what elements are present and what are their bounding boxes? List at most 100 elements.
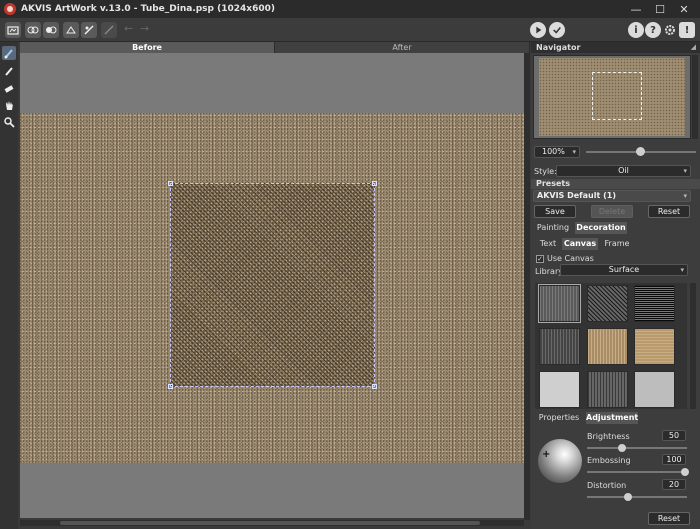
navigator-viewport[interactable] [592,72,642,120]
undo-icon[interactable]: ← [124,22,133,35]
print-icon[interactable] [43,22,59,38]
resize-handle[interactable] [168,384,173,389]
navigator-preview[interactable] [533,55,691,139]
embossing-value[interactable]: 100 [662,454,686,465]
tab-text[interactable]: Text [534,238,562,250]
use-canvas-label: Use Canvas [547,254,594,263]
image-canvas[interactable] [20,53,524,518]
texture-swatch-dark-knit[interactable] [587,285,628,322]
help-icon[interactable]: ? [645,22,661,38]
resize-handle[interactable] [372,384,377,389]
navigator-header: Navigator ◢ [531,42,700,53]
light-direction-sphere[interactable] [538,439,582,483]
collapse-icon[interactable]: ◢ [691,42,696,53]
window-title: AKVIS ArtWork v.13.0 - Tube_Dina.psp (10… [21,4,275,14]
settings-icon[interactable] [662,22,678,38]
apply-icon[interactable] [549,22,565,38]
distortion-slider-thumb[interactable] [624,493,632,501]
brightness-slider[interactable] [587,447,687,449]
use-canvas-checkbox[interactable]: ✓ [536,255,544,263]
zoom-slider-thumb[interactable] [636,147,645,156]
chevron-down-icon: ▾ [572,148,576,156]
tab-frame[interactable]: Frame [601,238,633,250]
embossing-slider[interactable] [587,471,687,473]
tab-decoration[interactable]: Decoration [575,222,627,234]
embossing-label: Embossing [587,456,631,465]
preview-area[interactable] [168,181,377,389]
notification-icon[interactable]: ! [679,22,695,38]
texture-swatch-black-white-weave[interactable] [634,285,675,322]
chevron-down-icon: ▾ [683,192,687,200]
reset-button[interactable]: Reset [648,512,690,525]
minimize-button[interactable]: — [624,0,648,18]
preset-value: AKVIS Default (1) [537,191,616,200]
run-icon[interactable] [530,22,546,38]
info-icon[interactable]: i [628,22,644,38]
maximize-button[interactable]: ☐ [648,0,672,18]
brightness-value[interactable]: 50 [662,430,686,441]
tab-canvas[interactable]: Canvas [562,238,598,250]
reset-preset-button[interactable]: Reset [648,205,690,218]
texture-swatch-light-gray[interactable] [539,371,580,408]
canvas-vertical-scrollbar[interactable] [524,53,530,520]
brush-icon[interactable] [2,46,16,60]
photo-image [20,113,524,463]
texture-swatch-dark-gray-stripes[interactable] [587,371,628,408]
redo-icon[interactable]: → [140,22,149,35]
texture-swatch-beige-vertical[interactable] [587,328,628,365]
scroll-thumb[interactable] [60,521,480,525]
texture-swatch-tan-weave[interactable] [634,328,675,365]
save-preset-button[interactable]: Save [534,205,576,218]
title-bar: AKVIS ArtWork v.13.0 - Tube_Dina.psp (10… [0,0,700,18]
texture-library [535,283,687,409]
library-value: Surface [608,265,640,274]
resize-handle[interactable] [372,181,377,186]
presets-header: Presets [531,179,700,189]
zoom-icon[interactable] [2,115,16,129]
distortion-value[interactable]: 20 [662,479,686,490]
save-image-icon[interactable] [25,22,41,38]
zoom-dropdown[interactable]: 100% ▾ [534,146,580,158]
navigator-title: Navigator [536,43,581,52]
tab-after[interactable]: After [275,42,530,53]
library-label: Library [535,267,563,276]
brightness-slider-thumb[interactable] [618,444,626,452]
batch-icon[interactable] [81,22,97,38]
delete-preset-button[interactable]: Delete [591,205,633,218]
distortion-slider[interactable] [587,496,687,498]
hand-icon[interactable] [2,98,16,112]
preset-dropdown[interactable]: AKVIS Default (1) ▾ [533,190,691,202]
texture-swatch-gray-rough[interactable] [538,284,581,323]
app-logo-icon [4,3,16,15]
library-scrollbar[interactable] [690,283,696,409]
library-dropdown[interactable]: Surface ▾ [560,264,688,276]
brightness-label: Brightness [587,432,630,441]
tab-adjustment[interactable]: Adjustment [586,412,638,424]
texture-swatch-silver-gray[interactable] [634,371,675,408]
close-button[interactable]: ✕ [672,0,696,18]
tools-panel [0,42,18,529]
chevron-down-icon: ▾ [683,167,687,175]
texture-swatch-gray-stripes[interactable] [539,328,580,365]
navigator-scrollbar[interactable] [692,55,698,139]
preferences-icon[interactable] [101,22,117,38]
eraser-icon[interactable] [2,81,16,95]
main-toolbar: ← → i ? ! [0,18,700,42]
share-icon[interactable] [63,22,79,38]
settings-panel: Navigator ◢ 100% ▾ Style: Oil ▾ Presets … [531,42,700,529]
style-label: Style: [534,167,557,176]
open-image-icon[interactable] [5,22,21,38]
distortion-label: Distortion [587,481,627,490]
style-dropdown[interactable]: Oil ▾ [556,165,691,177]
crosshair-icon: + [542,449,551,460]
canvas-horizontal-scrollbar[interactable] [20,520,524,526]
view-tabs: Before After [20,42,530,53]
embossing-slider-thumb[interactable] [681,468,689,476]
style-value: Oil [618,166,629,175]
tab-painting[interactable]: Painting [534,222,572,234]
resize-handle[interactable] [168,181,173,186]
tab-properties[interactable]: Properties [534,412,584,424]
zoom-value: 100% [542,147,565,156]
tab-before[interactable]: Before [20,42,275,53]
detail-brush-icon[interactable] [2,64,16,78]
